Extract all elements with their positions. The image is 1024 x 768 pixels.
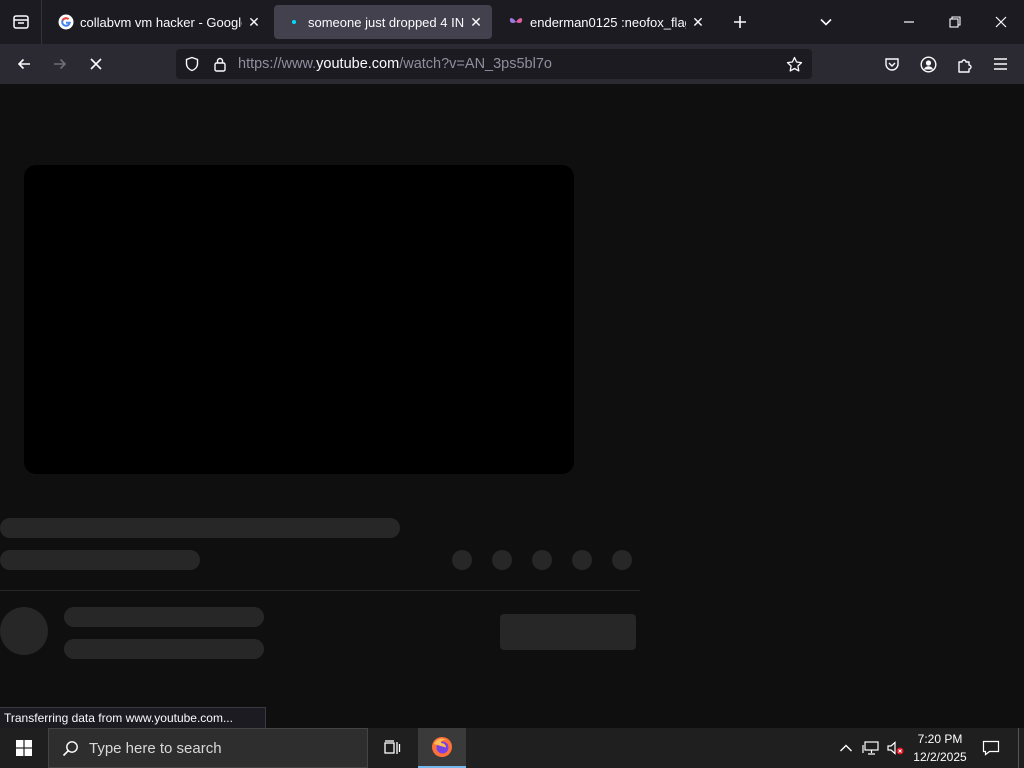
url-path: /watch?v=AN_3ps5bl7o	[399, 56, 552, 72]
volume-tray-button[interactable]	[884, 736, 906, 760]
close-icon	[995, 16, 1007, 28]
restore-button[interactable]	[932, 0, 978, 44]
taskbar-search-box[interactable]: Type here to search	[48, 728, 368, 768]
new-tab-button[interactable]	[726, 6, 754, 38]
action-placeholder-5	[612, 550, 632, 570]
tab-youtube-video[interactable]: someone just dropped 4 INSANE ✕	[274, 5, 492, 39]
network-wired-icon	[862, 741, 879, 755]
stop-loading-button[interactable]	[80, 48, 112, 80]
show-desktop-button[interactable]	[1018, 728, 1024, 768]
metadata-placeholder	[0, 550, 200, 570]
show-hidden-icons-button[interactable]	[836, 736, 856, 760]
network-tray-button[interactable]	[860, 736, 882, 760]
google-g-icon	[58, 14, 74, 30]
navigation-toolbar: https://www.youtube.com/watch?v=AN_3ps5b…	[0, 44, 1024, 84]
lock-icon[interactable]	[210, 54, 230, 74]
close-tab-icon[interactable]: ✕	[468, 14, 484, 30]
stop-x-icon	[90, 58, 102, 70]
subscribe-button-placeholder	[500, 614, 636, 650]
search-placeholder: Type here to search	[89, 739, 222, 757]
address-bar[interactable]: https://www.youtube.com/watch?v=AN_3ps5b…	[176, 49, 812, 79]
tab-title: someone just dropped 4 INSANE	[308, 14, 464, 30]
tab-google-search[interactable]: collabvm vm hacker - Google Se ✕	[46, 5, 270, 39]
task-view-button[interactable]	[372, 728, 412, 768]
chevron-down-icon	[820, 18, 832, 26]
tab-title: collabvm vm hacker - Google Se	[80, 14, 242, 30]
extensions-button[interactable]	[948, 48, 980, 80]
system-clock[interactable]: 7:20 PM 12/2/2025	[910, 730, 970, 766]
account-button[interactable]	[912, 48, 944, 80]
pocket-icon	[885, 58, 899, 71]
url-prefix: https://www.	[238, 56, 317, 72]
windows-taskbar: Type here to search 7:20 PM 12/2/2025	[0, 728, 1024, 768]
minimize-icon	[904, 21, 914, 23]
url-host: youtube.com	[316, 56, 400, 72]
action-placeholder-2	[492, 550, 512, 570]
restore-icon	[949, 16, 961, 28]
shield-icon[interactable]	[182, 54, 202, 74]
channel-avatar-placeholder	[0, 607, 48, 655]
account-icon	[919, 55, 937, 73]
arrow-left-icon	[17, 58, 30, 70]
firefox-logo-icon	[432, 737, 452, 757]
search-icon	[61, 739, 79, 757]
menu-button[interactable]	[984, 48, 1016, 80]
puzzle-piece-icon	[957, 58, 972, 73]
tab-bar: collabvm vm hacker - Google Se ✕ someone…	[0, 0, 1024, 44]
hamburger-menu-icon	[993, 58, 1007, 70]
taskbar-firefox-button[interactable]	[418, 728, 466, 768]
clock-date: 12/2/2025	[913, 750, 967, 764]
url-text[interactable]: https://www.youtube.com/watch?v=AN_3ps5b…	[238, 56, 552, 72]
forward-button[interactable]	[44, 48, 76, 80]
windows-logo-icon	[16, 740, 32, 756]
tab-bluesky-post[interactable]: enderman0125 :neofox_flag_nb: ✕	[496, 5, 714, 39]
status-panel: Transferring data from www.youtube.com..…	[0, 707, 266, 729]
speaker-muted-icon	[887, 741, 904, 755]
title-placeholder	[0, 518, 400, 538]
section-divider	[0, 590, 640, 591]
close-tab-icon[interactable]: ✕	[690, 14, 706, 30]
minimize-button[interactable]	[886, 0, 932, 44]
action-placeholder-4	[572, 550, 592, 570]
video-player[interactable]	[24, 165, 574, 474]
pocket-button[interactable]	[876, 48, 908, 80]
close-window-button[interactable]	[978, 0, 1024, 44]
action-placeholder-1	[452, 550, 472, 570]
task-view-icon	[384, 740, 401, 754]
back-button[interactable]	[8, 48, 40, 80]
bookmark-star-icon[interactable]	[784, 54, 804, 74]
notification-icon	[982, 740, 1000, 756]
page-content	[0, 84, 1024, 728]
close-tab-icon[interactable]: ✕	[246, 14, 262, 30]
channel-info-placeholder	[64, 639, 264, 659]
start-button[interactable]	[0, 728, 48, 768]
action-placeholder-3	[532, 550, 552, 570]
bluesky-butterfly-icon	[508, 14, 524, 30]
loading-dot-icon	[286, 14, 302, 30]
plus-icon	[734, 16, 746, 28]
action-center-button[interactable]	[976, 732, 1006, 764]
firefox-view-icon	[12, 15, 29, 29]
channel-name-placeholder	[64, 607, 264, 627]
chevron-up-icon	[840, 744, 852, 752]
list-all-tabs-button[interactable]	[812, 6, 840, 38]
arrow-right-icon	[54, 58, 67, 70]
clock-time: 7:20 PM	[917, 732, 963, 746]
tab-title: enderman0125 :neofox_flag_nb:	[530, 14, 686, 30]
firefox-view-button[interactable]	[0, 0, 42, 44]
